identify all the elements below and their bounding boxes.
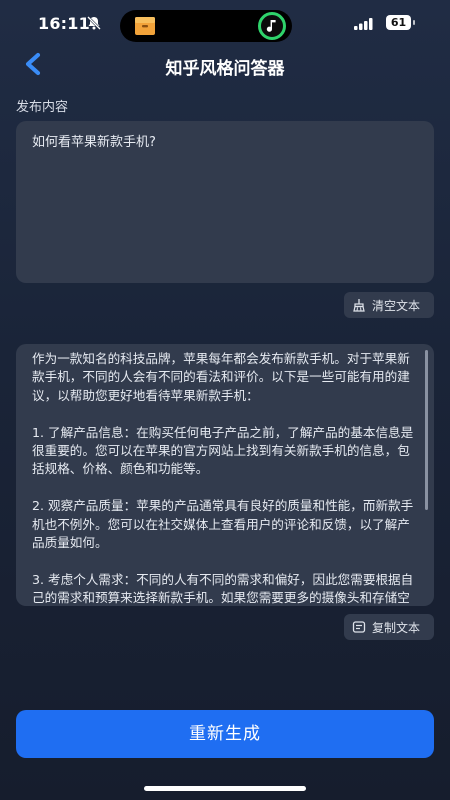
clear-text-label: 清空文本 (372, 298, 421, 313)
regenerate-button[interactable]: 重新生成 (16, 710, 434, 758)
broom-icon (353, 299, 365, 312)
signal-icon (354, 18, 373, 30)
prompt-input[interactable]: 如何看苹果新款手机? (16, 121, 434, 283)
package-icon (135, 17, 155, 35)
clear-text-button[interactable]: 清空文本 (344, 292, 434, 318)
copy-text-button[interactable]: 复制文本 (344, 614, 434, 640)
answer-panel[interactable]: 作为一款知名的科技品牌，苹果每年都会发布新款手机。对于苹果新款手机，不同的人会有… (16, 344, 434, 606)
status-bar: 16:11 61 (0, 0, 450, 48)
music-activity-icon (258, 12, 286, 40)
answer-text: 作为一款知名的科技品牌，苹果每年都会发布新款手机。对于苹果新款手机，不同的人会有… (32, 351, 414, 606)
bell-slash-icon (87, 16, 101, 30)
home-indicator[interactable] (144, 786, 306, 791)
status-time: 16:11 (38, 14, 90, 33)
prompt-label: 发布内容 (16, 100, 69, 115)
prompt-text: 如何看苹果新款手机? (32, 135, 156, 150)
dynamic-island (120, 10, 292, 42)
copy-icon (352, 621, 366, 633)
page-title: 知乎风格问答器 (165, 59, 285, 79)
battery-indicator: 61 (386, 15, 416, 31)
answer-scrollbar[interactable] (425, 350, 428, 510)
copy-text-label: 复制文本 (372, 620, 421, 635)
battery-level: 61 (390, 16, 407, 29)
